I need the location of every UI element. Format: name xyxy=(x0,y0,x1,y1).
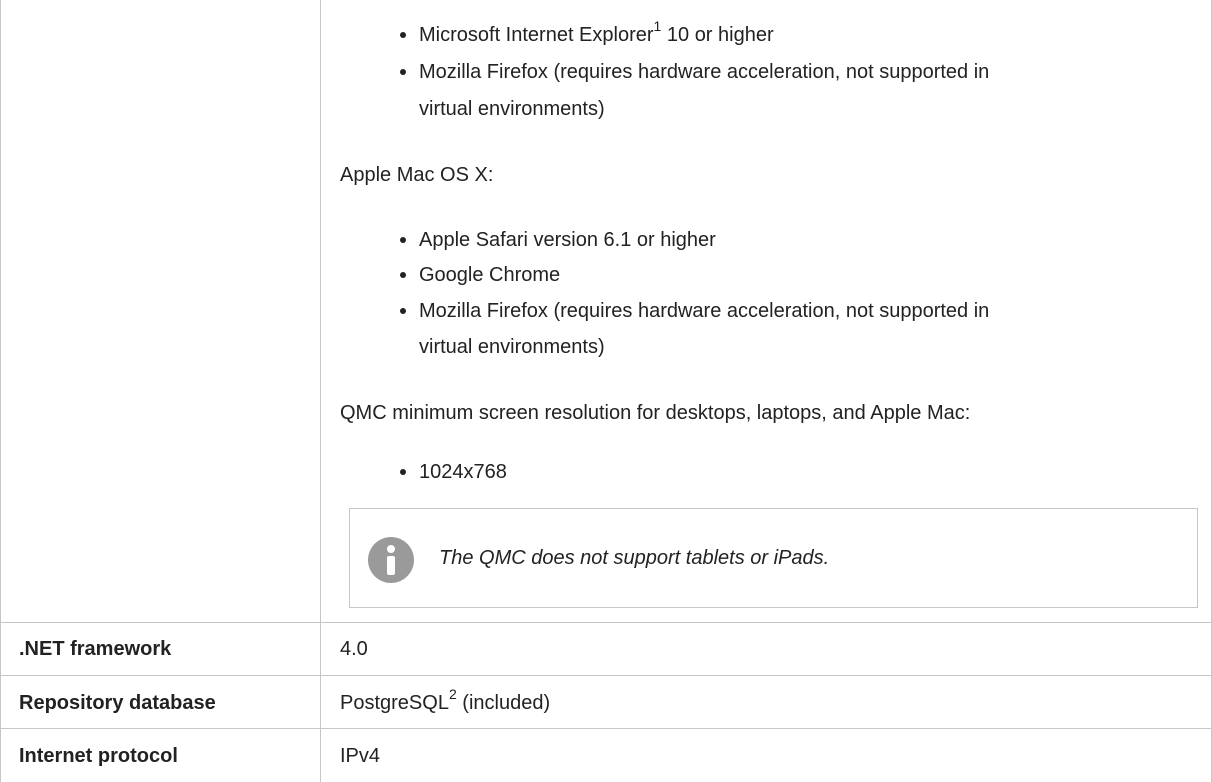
list-item-continuation: virtual environments) xyxy=(419,336,605,358)
row-divider xyxy=(0,675,1212,676)
list-item: Mozilla Firefox (requires hardware accel… xyxy=(419,300,990,322)
row-value-internet-protocol: IPv4 xyxy=(340,745,381,767)
bullet xyxy=(400,69,406,75)
row-label-net-framework: .NET framework xyxy=(19,638,172,660)
column-divider xyxy=(320,0,321,782)
list-item: 1024x768 xyxy=(419,461,507,483)
row-divider xyxy=(0,728,1212,729)
bullet xyxy=(400,237,406,243)
list-item: Google Chrome xyxy=(419,264,561,286)
list-item: Apple Safari version 6.1 or higher xyxy=(419,229,716,251)
requirements-table: Microsoft Internet Explorer1 10 or highe… xyxy=(0,0,1212,782)
row-label-repository-database: Repository database xyxy=(19,692,216,714)
footnote-marker: 2 xyxy=(448,686,457,703)
row-value-repository-database: PostgreSQL2 (included) xyxy=(340,686,551,717)
note-box: The QMC does not support tablets or iPad… xyxy=(349,508,1198,608)
bullet xyxy=(400,32,406,38)
list-item-continuation: virtual environments) xyxy=(419,98,605,120)
database-name: PostgreSQL xyxy=(340,692,449,714)
row-divider xyxy=(0,622,1212,623)
row-value-net-framework: 4.0 xyxy=(340,638,368,660)
footnote-marker: 1 xyxy=(653,18,662,35)
database-note: (included) xyxy=(456,692,551,714)
info-icon xyxy=(368,537,414,583)
bullet xyxy=(400,308,406,314)
table-left-border xyxy=(0,0,1,782)
row-label-internet-protocol: Internet protocol xyxy=(19,745,178,767)
mac-heading: Apple Mac OS X: xyxy=(340,164,494,186)
resolution-heading: QMC minimum screen resolution for deskto… xyxy=(340,402,971,424)
browser-ie-text: Microsoft Internet Explorer xyxy=(419,24,654,46)
note-text: The QMC does not support tablets or iPad… xyxy=(439,547,830,569)
bullet xyxy=(400,272,406,278)
list-item: Microsoft Internet Explorer1 10 or highe… xyxy=(419,18,774,49)
list-item: Mozilla Firefox (requires hardware accel… xyxy=(419,61,990,83)
browser-ie-version: 10 or higher xyxy=(661,24,774,46)
bullet xyxy=(400,469,406,475)
